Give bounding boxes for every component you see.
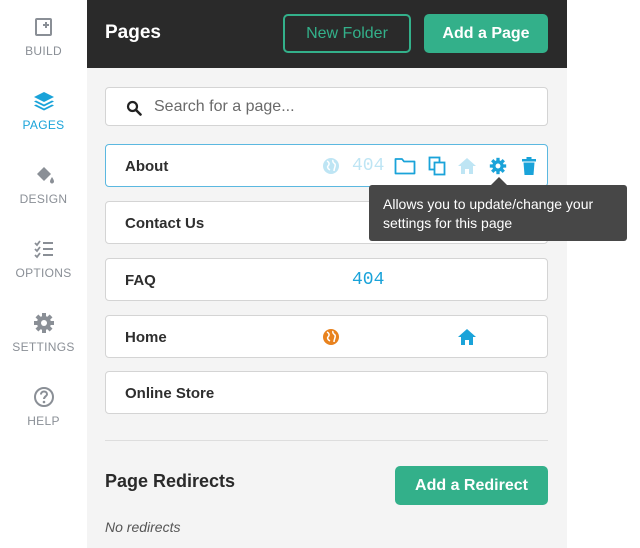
globe-icon[interactable]	[322, 157, 340, 175]
search-input[interactable]	[154, 96, 534, 118]
duplicate-icon[interactable]	[428, 156, 446, 176]
rail-item-settings[interactable]: SETTINGS	[0, 312, 87, 354]
add-page-button[interactable]: Add a Page	[424, 14, 548, 53]
paint-bucket-icon	[36, 167, 54, 184]
search-box	[105, 87, 548, 126]
page-name: Home	[125, 329, 167, 346]
rail-item-help[interactable]: HELP	[0, 386, 87, 428]
home-icon[interactable]	[457, 157, 477, 175]
trash-icon[interactable]	[522, 157, 536, 175]
rail-item-pages[interactable]: PAGES	[0, 90, 87, 132]
gear-icon[interactable]	[489, 157, 507, 175]
rail-label-build: BUILD	[25, 44, 62, 58]
new-folder-button[interactable]: New Folder	[283, 14, 411, 53]
question-circle-icon	[33, 387, 54, 407]
add-redirect-button[interactable]: Add a Redirect	[395, 466, 548, 505]
rail-label-design: DESIGN	[19, 192, 68, 206]
settings-tooltip: Allows you to update/change your setting…	[369, 185, 627, 241]
search-icon	[126, 100, 142, 116]
folder-icon[interactable]	[394, 156, 416, 175]
tooltip-arrow	[491, 177, 507, 185]
rail-item-options[interactable]: OPTIONS	[0, 238, 87, 280]
page-title: Pages	[105, 22, 161, 43]
page-name: Online Store	[125, 385, 215, 402]
rail-label-settings: SETTINGS	[12, 340, 75, 354]
home-icon	[458, 329, 476, 345]
redirects-title: Page Redirects	[105, 471, 236, 491]
rail-item-design[interactable]: DESIGN	[0, 164, 87, 206]
page-name: About	[125, 158, 169, 175]
globe-icon	[323, 329, 339, 345]
not-found-badge[interactable]: 404	[352, 156, 384, 176]
checklist-icon	[33, 240, 53, 259]
rail-item-build[interactable]: BUILD	[0, 16, 87, 58]
build-icon	[34, 18, 52, 36]
rail-label-help: HELP	[27, 414, 60, 428]
page-row-about[interactable]: About 404	[105, 144, 548, 187]
panel-header: Pages New Folder Add a Page	[87, 0, 567, 68]
page-row-home[interactable]: Home	[105, 315, 548, 358]
rail-label-options: OPTIONS	[15, 266, 72, 280]
no-redirects-text: No redirects	[105, 519, 181, 535]
pages-panel: Pages New Folder Add a Page About 404	[87, 0, 567, 548]
left-rail: BUILD PAGES DESIGN OPTIONS SETTINGS HELP	[0, 0, 87, 548]
page-row-faq[interactable]: FAQ 404	[105, 258, 548, 301]
page-name: Contact Us	[125, 215, 205, 232]
divider	[105, 440, 548, 441]
not-found-badge: 404	[352, 270, 385, 290]
page-name: FAQ	[125, 272, 156, 289]
page-row-online-store[interactable]: Online Store	[105, 371, 548, 414]
gear-icon	[33, 313, 54, 333]
rail-label-pages: PAGES	[22, 118, 65, 132]
layers-icon	[33, 92, 54, 111]
